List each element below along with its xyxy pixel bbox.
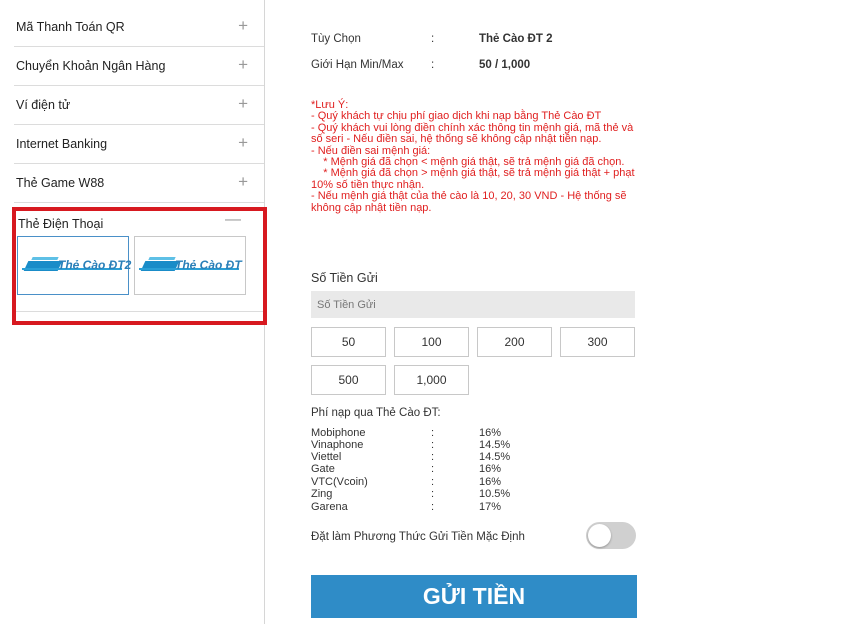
option-value: Thẻ Cào ĐT 2 <box>479 33 553 45</box>
fee-carrier: Vinaphone <box>311 439 364 451</box>
fee-carrier: Zing <box>311 488 333 500</box>
fee-colon: : <box>431 476 435 488</box>
plus-icon: + <box>238 133 248 152</box>
notice-line: * Mệnh giá đã chọn > mệnh giá thật, sẽ t… <box>311 167 638 191</box>
plus-icon: + <box>238 16 248 35</box>
submit-deposit-button[interactable]: GỬI TIỀN <box>311 575 637 618</box>
fee-percent: 14.5% <box>479 451 511 463</box>
option-colon: : <box>431 33 435 45</box>
card-logo-icon <box>31 257 59 260</box>
sidebar-item-label: Thẻ Game W88 <box>16 176 105 190</box>
amount-button-500[interactable]: 500 <box>311 365 386 395</box>
amount-input[interactable] <box>311 291 635 318</box>
sidebar-item-label: Ví điện tử <box>16 98 71 112</box>
plus-icon: + <box>238 55 248 74</box>
amount-button-1000[interactable]: 1,000 <box>394 365 469 395</box>
sidebar-item-phone-card-highlight: Thẻ Điện Thoại — Thẻ Cào ĐT2 Thẻ Cào ĐT <box>12 207 267 325</box>
fee-carrier: Gate <box>311 463 335 475</box>
sidebar-item-game-card[interactable]: Thẻ Game W88 + <box>14 164 264 203</box>
fee-percent: 10.5% <box>479 488 511 500</box>
amount-button-100[interactable]: 100 <box>394 327 469 357</box>
card-logo-icon <box>148 257 176 260</box>
fee-carrier: Mobiphone <box>311 427 366 439</box>
default-method-label: Đặt làm Phương Thức Gửi Tiền Mặc Định <box>311 531 525 543</box>
sidebar-item-qr[interactable]: Mã Thanh Toán QR + <box>14 8 264 47</box>
limit-value: 50 / 1,000 <box>479 59 531 71</box>
fee-carrier: Viettel <box>311 451 342 463</box>
card-option-label: Thẻ Cào ĐT <box>175 258 242 272</box>
amount-button-200[interactable]: 200 <box>477 327 552 357</box>
option-label: Tùy Chọn <box>311 33 361 45</box>
sidebar-item-bank-transfer[interactable]: Chuyển Khoản Ngân Hàng + <box>14 47 264 86</box>
sidebar-item-label: Chuyển Khoản Ngân Hàng <box>16 59 166 73</box>
plus-icon: + <box>238 172 248 191</box>
fee-percent: 17% <box>479 501 502 513</box>
fee-title: Phí nạp qua Thẻ Cào ĐT: <box>311 407 441 419</box>
default-method-toggle[interactable] <box>586 522 636 549</box>
card-option-dt2[interactable]: Thẻ Cào ĐT2 <box>17 236 132 295</box>
limit-colon: : <box>431 59 435 71</box>
fee-carrier: VTC(Vcoin) <box>311 476 368 488</box>
minus-icon[interactable]: — <box>225 211 241 229</box>
fee-percent: 16% <box>479 427 502 439</box>
fee-percent: 14.5% <box>479 439 511 451</box>
plus-icon: + <box>238 94 248 113</box>
notice-line: - Nếu mệnh giá thật của thẻ cào là 10, 2… <box>311 190 630 214</box>
amount-button-300[interactable]: 300 <box>560 327 635 357</box>
sidebar-item-phone-label[interactable]: Thẻ Điện Thoại <box>18 217 103 231</box>
fee-colon: : <box>431 439 435 451</box>
notice-line: - Quý khách vui lòng điền chính xác thôn… <box>311 121 637 146</box>
fee-colon: : <box>431 488 435 500</box>
amount-button-50[interactable]: 50 <box>311 327 386 357</box>
fee-percent: 16% <box>479 476 502 488</box>
fee-colon: : <box>431 501 435 513</box>
sidebar-item-label: Internet Banking <box>16 137 108 151</box>
sidebar-item-label: Mã Thanh Toán QR <box>16 20 125 34</box>
fee-colon: : <box>431 427 435 439</box>
limit-label: Giới Hạn Min/Max <box>311 59 404 71</box>
fee-carrier: Garena <box>311 501 348 513</box>
payment-sidebar: Mã Thanh Toán QR + Chuyển Khoản Ngân Hàn… <box>0 0 267 624</box>
sidebar-item-internet-banking[interactable]: Internet Banking + <box>14 125 264 164</box>
toggle-knob <box>588 524 611 547</box>
fee-percent: 16% <box>479 463 502 475</box>
amount-title: Số Tiền Gửi <box>311 271 378 285</box>
sidebar-item-ewallet[interactable]: Ví điện tử + <box>14 86 264 125</box>
fee-colon: : <box>431 451 435 463</box>
notice-text: *Lưu Ý: - Quý khách tự chịu phí giao dịc… <box>311 99 638 214</box>
fee-colon: : <box>431 463 435 475</box>
card-option-dt[interactable]: Thẻ Cào ĐT <box>134 236 246 295</box>
card-option-label: Thẻ Cào ĐT2 <box>58 258 132 272</box>
divider <box>16 311 263 312</box>
